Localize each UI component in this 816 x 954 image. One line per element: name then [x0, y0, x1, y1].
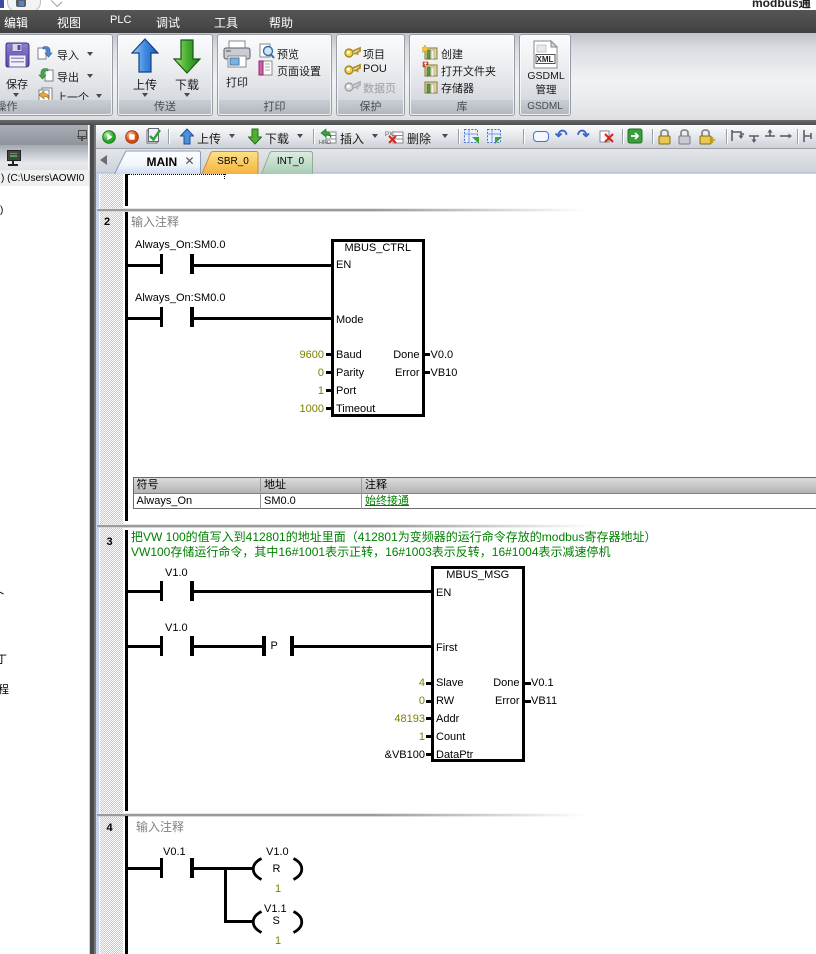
svg-text:XML: XML — [537, 55, 554, 64]
svg-text:HRD: HRD — [319, 140, 331, 145]
